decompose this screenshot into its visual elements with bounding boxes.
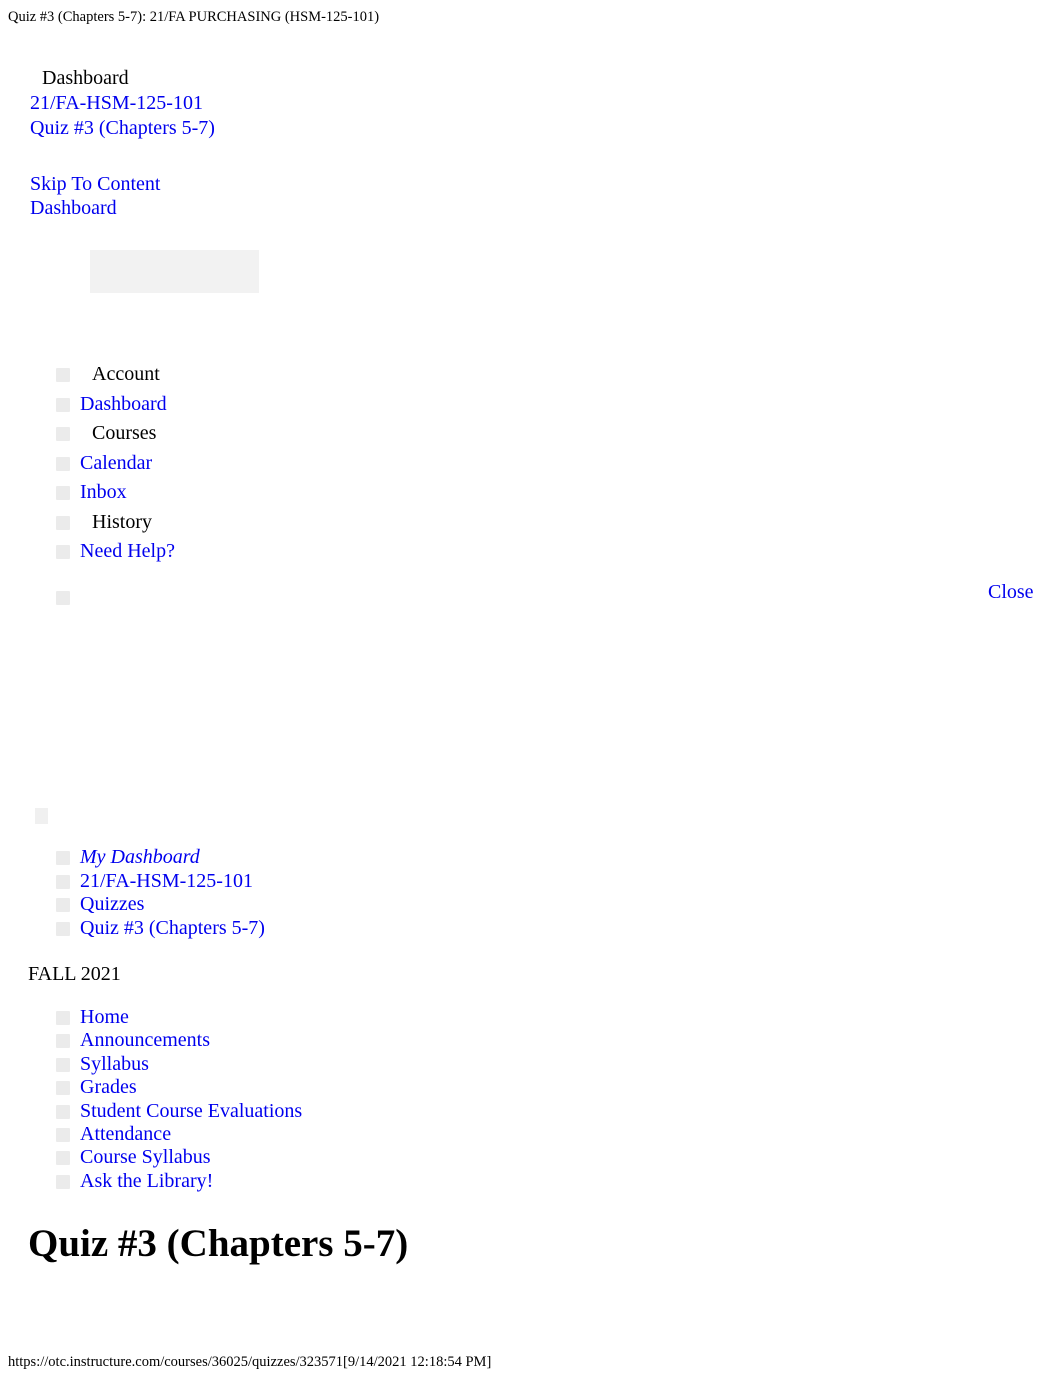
breadcrumb-item-course[interactable]: 21/FA-HSM-125-101 <box>0 870 520 894</box>
breadcrumb-item-quizzes[interactable]: Quizzes <box>0 893 520 917</box>
bullet-icon <box>56 1104 70 1119</box>
course-nav-item-grades[interactable]: Grades <box>0 1076 520 1099</box>
course-navigation-list: Home Announcements Syllabus Grades Stude… <box>0 1006 520 1193</box>
institution-logo-placeholder <box>90 250 259 293</box>
course-nav-label[interactable]: Student Course Evaluations <box>80 1100 302 1122</box>
skip-links-block: Skip To Content Dashboard <box>30 172 160 220</box>
chevron-right-icon <box>56 921 70 936</box>
global-nav-label: Account <box>92 363 160 385</box>
bullet-icon <box>56 1011 70 1025</box>
skip-to-content-link[interactable]: Skip To Content <box>30 173 160 195</box>
courses-icon <box>56 427 70 441</box>
global-nav-item-calendar[interactable]: Calendar <box>0 449 420 479</box>
course-nav-label[interactable]: Announcements <box>80 1029 210 1051</box>
global-nav-label: Courses <box>92 422 157 444</box>
global-navigation-list: Account Dashboard Courses Calendar Inbox… <box>0 245 420 605</box>
course-nav-item-announcements[interactable]: Announcements <box>0 1029 520 1052</box>
top-course-link[interactable]: 21/FA-HSM-125-101 <box>30 92 203 114</box>
printed-page: Quiz #3 (Chapters 5-7): 21/FA PURCHASING… <box>0 0 1062 1377</box>
chevron-right-icon <box>56 851 70 865</box>
close-link-label[interactable]: Close <box>988 581 1034 603</box>
top-quiz-link[interactable]: Quiz #3 (Chapters 5-7) <box>30 117 215 139</box>
global-nav-item-account[interactable]: Account <box>0 360 420 390</box>
calendar-icon <box>56 456 70 471</box>
global-nav-label[interactable]: Inbox <box>80 481 127 503</box>
breadcrumb-label[interactable]: My Dashboard <box>80 846 200 868</box>
course-nav-item-course-syllabus[interactable]: Course Syllabus <box>0 1146 520 1169</box>
course-nav-label[interactable]: Course Syllabus <box>80 1146 211 1168</box>
breadcrumb-label[interactable]: Quiz #3 (Chapters 5-7) <box>80 917 265 939</box>
print-footer-url: https://otc.instructure.com/courses/3602… <box>8 1354 492 1370</box>
course-nav-label[interactable]: Ask the Library! <box>80 1170 213 1192</box>
dashboard-link[interactable]: Dashboard <box>30 197 117 219</box>
course-nav-label[interactable]: Grades <box>80 1076 137 1098</box>
inbox-icon <box>56 486 70 500</box>
breadcrumb-item-quiz[interactable]: Quiz #3 (Chapters 5-7) <box>0 917 520 941</box>
chevron-right-icon <box>56 874 70 889</box>
global-nav-label[interactable]: Calendar <box>80 452 152 474</box>
bullet-icon <box>56 1081 70 1096</box>
help-icon <box>56 545 70 559</box>
global-nav-item-dashboard[interactable]: Dashboard <box>0 390 420 420</box>
global-nav-label: History <box>92 510 152 533</box>
global-nav-item-history[interactable]: History <box>0 508 420 538</box>
bullet-icon <box>56 1151 70 1166</box>
global-nav-label[interactable]: Need Help? <box>80 540 175 562</box>
print-header-title: Quiz #3 (Chapters 5-7): 21/FA PURCHASING… <box>8 9 380 25</box>
bullet-icon <box>56 1128 70 1143</box>
dashboard-icon <box>56 397 70 412</box>
chevron-right-icon <box>56 898 70 912</box>
bullet-icon <box>56 1034 70 1049</box>
course-nav-label[interactable]: Attendance <box>80 1123 171 1145</box>
global-nav-label[interactable]: Dashboard <box>80 393 167 415</box>
chevron-left-icon <box>56 590 70 605</box>
bullet-icon <box>56 1057 70 1072</box>
term-label: FALL 2021 <box>28 963 121 985</box>
course-nav-label[interactable]: Home <box>80 1006 129 1028</box>
account-icon <box>56 368 70 382</box>
top-dashboard-label: Dashboard <box>42 67 129 89</box>
course-nav-label[interactable]: Syllabus <box>80 1053 149 1075</box>
global-nav-item-courses[interactable]: Courses <box>0 419 420 449</box>
breadcrumb-label[interactable]: Quizzes <box>80 893 144 915</box>
page-title: Quiz #3 (Chapters 5-7) <box>28 1222 409 1265</box>
course-nav-item-student-course-evaluations[interactable]: Student Course Evaluations <box>0 1100 520 1123</box>
global-nav-item-inbox[interactable]: Inbox <box>0 478 420 508</box>
global-nav-item-collapse[interactable] <box>0 583 420 605</box>
history-icon <box>56 515 70 530</box>
course-nav-item-attendance[interactable]: Attendance <box>0 1123 520 1146</box>
breadcrumb: My Dashboard 21/FA-HSM-125-101 Quizzes Q… <box>0 846 520 940</box>
breadcrumb-item-dashboard[interactable]: My Dashboard <box>0 846 520 870</box>
bullet-icon <box>56 1174 70 1189</box>
course-nav-item-ask-the-library[interactable]: Ask the Library! <box>0 1170 520 1193</box>
top-navigation-strip: Dashboard 21/FA-HSM-125-101 Quiz #3 (Cha… <box>0 66 1062 141</box>
course-nav-item-syllabus[interactable]: Syllabus <box>0 1053 520 1076</box>
broken-image-icon <box>35 808 48 824</box>
global-nav-item-help[interactable]: Need Help? <box>0 537 420 567</box>
course-nav-item-home[interactable]: Home <box>0 1006 520 1029</box>
breadcrumb-label[interactable]: 21/FA-HSM-125-101 <box>80 870 253 892</box>
close-tray-control[interactable]: Close <box>988 580 1034 604</box>
